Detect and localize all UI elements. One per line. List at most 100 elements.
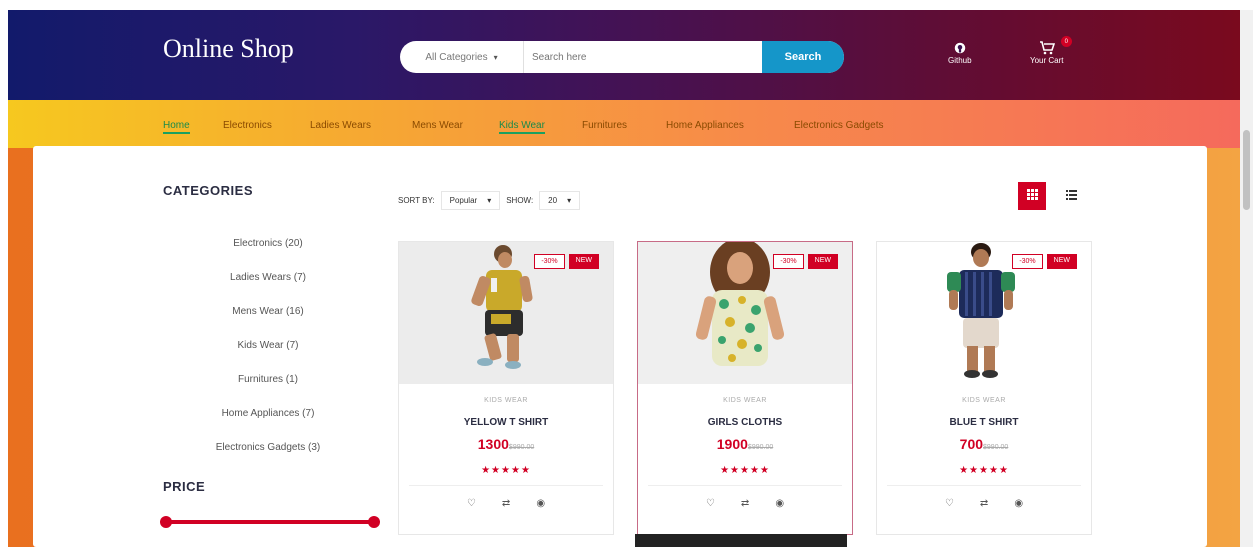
show-select[interactable]: 20 ▾ (539, 191, 581, 210)
page-scrollbar[interactable] (1240, 10, 1253, 547)
category-item[interactable]: Furnitures (1) (143, 374, 393, 385)
product-price-old: $990.00 (747, 444, 774, 451)
sale-badge: -30% (773, 254, 804, 269)
nav-item-mens-wear[interactable]: Mens Wear (412, 120, 463, 131)
product-category: KIDS WEAR (962, 397, 1006, 404)
divider (409, 485, 603, 486)
nav-item-furnitures[interactable]: Furnitures (582, 120, 627, 131)
nav-item-home[interactable]: Home (163, 120, 190, 134)
cart-count-badge: 0 (1060, 36, 1072, 47)
product-category: KIDS WEAR (723, 397, 767, 404)
price-slider-track[interactable] (164, 520, 374, 524)
cart-icon: 0 (1039, 36, 1072, 56)
product-rating: ★★★★★ (959, 465, 1009, 476)
heart-icon[interactable]: ♡ (467, 498, 476, 509)
product-price: 1300$990.00 (399, 436, 613, 454)
product-name[interactable]: YELLOW T SHIRT (399, 417, 613, 428)
sort-label: SORT BY: (398, 196, 435, 205)
list-icon (1065, 187, 1077, 205)
product-rating: ★★★★★ (720, 465, 770, 476)
search-input[interactable] (524, 41, 762, 73)
category-item[interactable]: Mens Wear (16) (143, 306, 393, 317)
product-price: 700$990.00 (877, 436, 1091, 454)
price-slider-min-handle[interactable] (160, 516, 172, 528)
cart-label: Your Cart (1030, 56, 1064, 65)
category-item[interactable]: Kids Wear (7) (143, 340, 393, 351)
eye-icon[interactable]: ◉ (775, 498, 784, 509)
github-link[interactable]: Github (948, 40, 972, 65)
github-icon (954, 40, 966, 56)
product-price-current: 700 (959, 436, 984, 452)
header: Online Shop All Categories ▾ Search Gith… (8, 10, 1240, 100)
category-select[interactable]: All Categories ▾ (400, 41, 524, 73)
category-select-value: All Categories (425, 51, 488, 63)
nav-item-home-appliances[interactable]: Home Appliances (666, 120, 744, 131)
chevron-down-icon: ▾ (493, 52, 498, 62)
chevron-down-icon: ▾ (487, 196, 492, 205)
new-badge: NEW (568, 254, 599, 269)
nav-item-ladies-wears[interactable]: Ladies Wears (310, 120, 371, 131)
product-badges: -30% NEW (1012, 254, 1077, 269)
category-item[interactable]: Electronics (20) (143, 238, 393, 249)
product-badges: -30% NEW (773, 254, 838, 269)
product-price-current: 1300 (477, 436, 509, 452)
product-card[interactable]: -30% NEW KIDS WEAR BLUE T SHIRT 700$990.… (876, 241, 1092, 535)
main-content: CATEGORIES Electronics (20) Ladies Wears… (33, 146, 1207, 547)
product-price-old: $990.00 (983, 444, 1009, 451)
product-badges: -30% NEW (534, 254, 599, 269)
product-price: 1900$990.00 (638, 436, 852, 454)
nav-item-kids-wear[interactable]: Kids Wear (499, 120, 545, 134)
sort-select[interactable]: Popular ▾ (440, 191, 501, 210)
page: Online Shop All Categories ▾ Search Gith… (8, 10, 1240, 547)
price-title: PRICE (163, 479, 206, 494)
category-item[interactable]: Home Appliances (7) (143, 408, 393, 419)
grid-icon (1026, 187, 1038, 205)
product-price-old: $990.00 (508, 444, 535, 451)
heart-icon[interactable]: ♡ (706, 498, 715, 509)
eye-icon[interactable]: ◉ (1014, 498, 1023, 509)
sale-badge: -30% (1012, 254, 1043, 269)
product-actions: ♡ ⇄ ◉ (638, 498, 852, 509)
compare-icon[interactable]: ⇄ (741, 498, 749, 509)
nav-item-electronics-gadgets[interactable]: Electronics Gadgets (794, 120, 884, 131)
next-row-product-peek (635, 534, 847, 547)
compare-icon[interactable]: ⇄ (502, 498, 510, 509)
show-select-value: 20 (548, 196, 558, 205)
divider (648, 485, 842, 486)
product-name[interactable]: BLUE T SHIRT (877, 417, 1091, 428)
product-rating: ★★★★★ (481, 465, 531, 476)
categories-title: CATEGORIES (163, 183, 253, 198)
scrollbar-thumb[interactable] (1243, 130, 1250, 210)
list-view-button[interactable] (1057, 182, 1085, 210)
product-category: KIDS WEAR (484, 397, 528, 404)
product-card[interactable]: -30% NEW KIDS WEAR GIRLS CLOTHS 1900$990… (637, 241, 853, 535)
product-name[interactable]: GIRLS CLOTHS (638, 417, 852, 428)
sale-badge: -30% (534, 254, 565, 269)
new-badge: NEW (807, 254, 838, 269)
category-item[interactable]: Electronics Gadgets (3) (143, 442, 393, 453)
product-actions: ♡ ⇄ ◉ (399, 498, 613, 509)
brand-logo[interactable]: Online Shop (163, 34, 294, 64)
compare-icon[interactable]: ⇄ (980, 498, 988, 509)
price-slider-max-handle[interactable] (368, 516, 380, 528)
browser-viewport: Online Shop All Categories ▾ Search Gith… (0, 0, 1253, 547)
show-label: SHOW: (506, 196, 534, 205)
cart-link[interactable]: 0 Your Cart (1030, 36, 1072, 65)
category-item[interactable]: Ladies Wears (7) (143, 272, 393, 283)
search-button[interactable]: Search (762, 41, 844, 73)
grid-view-button[interactable] (1018, 182, 1046, 210)
eye-icon[interactable]: ◉ (536, 498, 545, 509)
sort-select-value: Popular (449, 196, 478, 205)
product-card[interactable]: -30% NEW KIDS WEAR YELLOW T SHIRT 1300$9… (398, 241, 614, 535)
heart-icon[interactable]: ♡ (945, 498, 954, 509)
product-price-current: 1900 (716, 436, 748, 452)
nav-item-electronics[interactable]: Electronics (223, 120, 272, 131)
divider (887, 485, 1081, 486)
chevron-down-icon: ▾ (567, 196, 572, 205)
search-bar: All Categories ▾ Search (400, 41, 844, 73)
new-badge: NEW (1046, 254, 1077, 269)
github-label: Github (948, 56, 972, 65)
sort-toolbar: SORT BY: Popular ▾ SHOW: 20 ▾ (398, 191, 581, 210)
main-nav: Home Electronics Ladies Wears Mens Wear … (8, 100, 1240, 148)
product-actions: ♡ ⇄ ◉ (877, 498, 1091, 509)
